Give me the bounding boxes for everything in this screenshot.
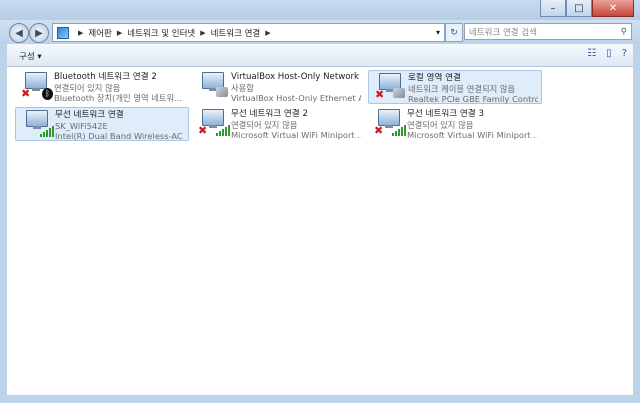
- network-adapter-icon: ✖: [375, 73, 405, 101]
- back-button[interactable]: ◀: [9, 23, 29, 43]
- control-panel-icon: [57, 26, 69, 39]
- connection-status: 네트워크 케이블 연결되지 않음: [408, 83, 516, 94]
- connection-item-virtualbox[interactable]: VirtualBox Host-Only Network 사용함 Virtual…: [192, 70, 364, 104]
- breadcrumb-control-panel[interactable]: 제어판: [88, 27, 111, 39]
- search-placeholder: 네트워크 연결 검색: [469, 27, 537, 38]
- connection-name: VirtualBox Host-Only Network: [231, 72, 359, 82]
- address-bar[interactable]: ▶ 제어판 ▶ 네트워크 및 인터넷 ▶ 네트워크 연결 ▶ ▾: [52, 23, 445, 42]
- bluetooth-icon: ᛒ: [42, 88, 53, 100]
- forward-arrow-icon: ▶: [35, 27, 43, 39]
- forward-button[interactable]: ▶: [29, 23, 49, 43]
- search-input[interactable]: 네트워크 연결 검색 ⚲: [464, 23, 632, 40]
- wifi-signal-icon: [40, 125, 54, 137]
- connection-name: 무선 네트워크 연결: [55, 110, 124, 120]
- disconnected-x-icon: ✖: [198, 124, 208, 137]
- refresh-icon: ↻: [450, 27, 458, 38]
- address-dropdown-icon[interactable]: ▾: [436, 28, 440, 37]
- search-icon[interactable]: ⚲: [621, 27, 627, 37]
- network-adapter-icon: ✖: [374, 109, 406, 137]
- connection-device: Intel(R) Dual Band Wireless-AC 7...: [55, 131, 185, 141]
- connection-device: Realtek PCIe GBE Family Controller: [408, 94, 538, 104]
- chevron-right-icon: ▶: [116, 28, 123, 37]
- connection-status: 사용함: [231, 82, 254, 93]
- wifi-signal-icon: [392, 124, 406, 136]
- breadcrumb-network-connections[interactable]: 네트워크 연결: [211, 27, 261, 39]
- address-row: ◀ ▶ ▶ 제어판 ▶ 네트워크 및 인터넷 ▶ 네트워크 연결 ▶ ▾ ↻ 네…: [0, 20, 640, 44]
- chevron-right-icon: ▶: [78, 28, 84, 37]
- connection-status: SK_WiFi542E: [55, 120, 108, 131]
- back-arrow-icon: ◀: [15, 27, 23, 39]
- preview-pane-icon[interactable]: ▯: [606, 48, 612, 59]
- wifi-signal-icon: [216, 124, 230, 136]
- minimize-button[interactable]: –: [540, 0, 566, 17]
- connection-status: 연결되어 있지 않음: [407, 119, 474, 130]
- caption-buttons: – □ ✕: [540, 0, 634, 17]
- ethernet-cable-icon: [393, 88, 405, 98]
- chevron-right-icon: ▶: [265, 28, 271, 37]
- refresh-button[interactable]: ↻: [445, 23, 463, 42]
- connection-item-bluetooth-2[interactable]: ✖ ᛒ Bluetooth 네트워크 연결 2 연결되어 있지 않음 Bluet…: [15, 70, 187, 104]
- connections-list: ✖ ᛒ Bluetooth 네트워크 연결 2 연결되어 있지 않음 Bluet…: [7, 67, 633, 395]
- view-options-icon[interactable]: ☷: [587, 48, 596, 59]
- connection-status: 연결되어 있지 않음: [54, 82, 121, 93]
- network-adapter-icon: [198, 72, 228, 100]
- connection-name: 무선 네트워크 연결 3: [407, 109, 484, 119]
- connection-item-wireless-2[interactable]: ✖ 무선 네트워크 연결 2 연결되어 있지 않음 Microsoft Virt…: [192, 107, 364, 141]
- close-button[interactable]: ✕: [592, 0, 634, 17]
- connection-item-local-area[interactable]: ✖ 로컬 영역 연결 네트워크 케이블 연결되지 않음 Realtek PCIe…: [368, 70, 542, 104]
- network-adapter-icon: ✖: [198, 109, 230, 137]
- connection-device: Microsoft Virtual WiFi Miniport ...: [407, 130, 537, 140]
- command-bar: 구성 ▾ ☷ ▯ ?: [7, 44, 633, 67]
- ethernet-cable-icon: [216, 87, 228, 97]
- connection-item-wireless-3[interactable]: ✖ 무선 네트워크 연결 3 연결되어 있지 않음 Microsoft Virt…: [368, 107, 540, 141]
- connection-device: VirtualBox Host-Only Ethernet A...: [231, 93, 361, 103]
- disconnected-x-icon: ✖: [21, 87, 31, 100]
- connection-name: 로컬 영역 연결: [408, 73, 461, 83]
- toolbar-right: ☷ ▯ ?: [587, 48, 627, 59]
- disconnected-x-icon: ✖: [374, 124, 384, 137]
- network-adapter-icon: ✖ ᛒ: [21, 72, 53, 100]
- connection-device: Bluetooth 장치(개인 영역 네트워...: [54, 93, 183, 103]
- chevron-right-icon: ▶: [200, 28, 206, 37]
- connection-device: Microsoft Virtual WiFi Miniport ...: [231, 130, 361, 140]
- help-icon[interactable]: ?: [622, 48, 627, 59]
- connection-status: 연결되어 있지 않음: [231, 119, 298, 130]
- network-adapter-icon: [22, 110, 54, 138]
- breadcrumb-network-internet[interactable]: 네트워크 및 인터넷: [127, 27, 195, 39]
- connection-item-wireless-1[interactable]: 무선 네트워크 연결 SK_WiFi542E Intel(R) Dual Ban…: [15, 107, 189, 141]
- connection-name: Bluetooth 네트워크 연결 2: [54, 72, 157, 82]
- disconnected-x-icon: ✖: [375, 88, 385, 101]
- organize-menu-button[interactable]: 구성 ▾: [19, 50, 42, 62]
- title-bar: – □ ✕: [0, 0, 640, 20]
- maximize-button[interactable]: □: [566, 0, 592, 17]
- connection-name: 무선 네트워크 연결 2: [231, 109, 308, 119]
